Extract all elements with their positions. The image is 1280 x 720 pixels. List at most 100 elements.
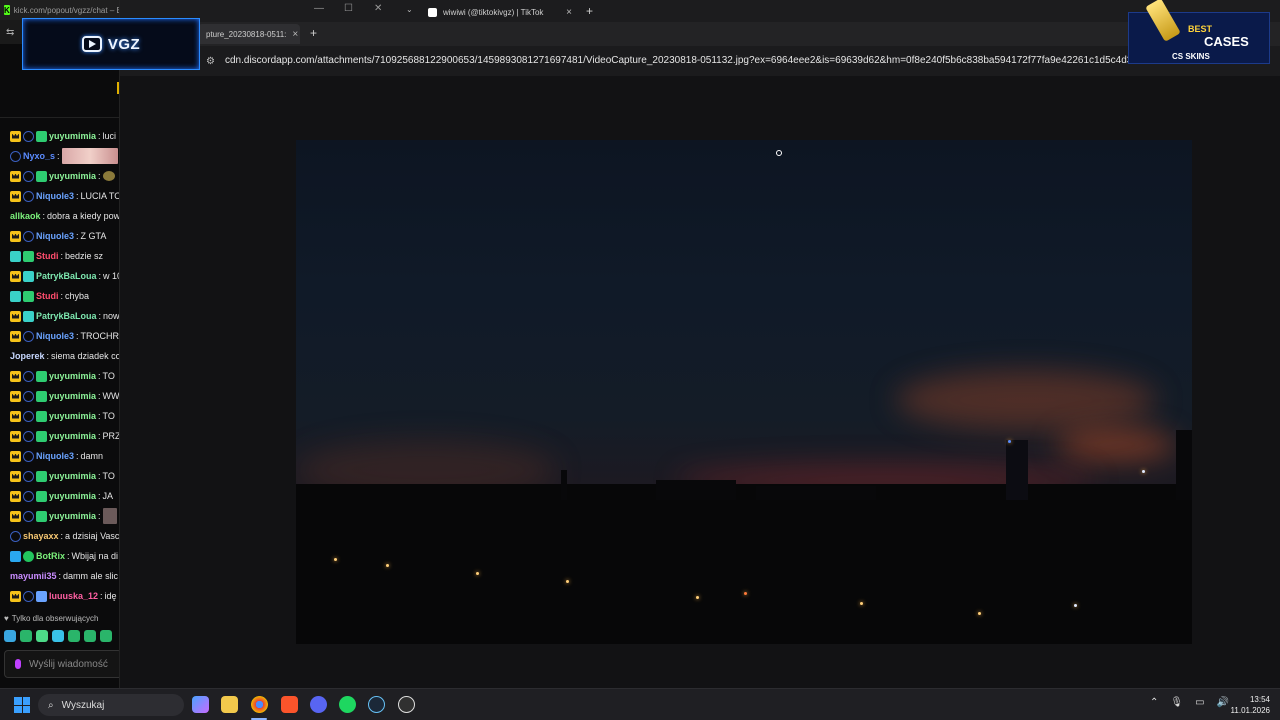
bot-badge-icon — [10, 550, 21, 562]
chat-username[interactable]: yuyumimia — [49, 471, 96, 481]
chat-username[interactable]: luuuska_12 — [49, 591, 98, 601]
chat-input-placeholder: Wyślij wiadomość — [29, 658, 108, 670]
discord-icon[interactable] — [310, 696, 327, 713]
crown-badge-icon — [10, 330, 21, 342]
chat-message-text: w 10 — [103, 271, 119, 281]
chat-message: yuyumimia: TO — [0, 406, 119, 426]
chat-username[interactable]: PatrykBaLoua — [36, 271, 97, 281]
windows-start-icon[interactable] — [14, 697, 30, 713]
chat-message-text: Wbijaj na di — [71, 551, 119, 561]
ad-sub-text: CS SKINS — [1172, 52, 1210, 61]
moon-badge-icon — [23, 470, 34, 482]
taskbar-search[interactable]: ⌕ Wyszukaj — [38, 694, 184, 716]
chat-username[interactable]: yuyumimia — [49, 171, 96, 181]
followers-only-label: Tylko dla obserwujących — [11, 614, 99, 623]
url-field[interactable]: cdn.discordapp.com/attachments/710925688… — [225, 55, 1175, 66]
chat-username[interactable]: Niquole3 — [36, 451, 74, 461]
moon-badge-icon — [23, 190, 34, 202]
emote-1-icon[interactable] — [4, 630, 16, 642]
blue-badge-icon — [10, 250, 21, 262]
steam-icon[interactable] — [368, 696, 385, 713]
emote-3-icon[interactable] — [36, 630, 48, 642]
settings-sliders-icon[interactable]: ⇆ — [6, 27, 14, 38]
chat-image-thumbnail[interactable] — [102, 508, 117, 524]
maximize-icon[interactable]: ☐ — [344, 3, 353, 14]
chat-username[interactable]: yuyumimia — [49, 391, 96, 401]
chat-username[interactable]: Studi — [36, 251, 59, 261]
chat-colon: : — [100, 591, 103, 601]
chat-username[interactable]: PatrykBaLoua — [36, 311, 97, 321]
chat-message-input[interactable]: Wyślij wiadomość — [4, 650, 119, 678]
chat-username[interactable]: BotRix — [36, 551, 65, 561]
chat-username[interactable]: Nyxo_s — [23, 151, 55, 161]
chat-username[interactable]: allkaok — [10, 211, 41, 221]
tab-tiktok[interactable]: wiwiwi (@tiktokivgz) | TikTok × — [420, 2, 580, 22]
new-tab-plus-icon-2[interactable]: + — [310, 26, 317, 40]
chat-username[interactable]: Niquole3 — [36, 191, 74, 201]
moon-badge-icon — [23, 390, 34, 402]
network-icon[interactable]: ▭ — [1195, 697, 1204, 708]
tab-discord-image[interactable]: pture_20230818-0511: × — [198, 24, 300, 44]
chat-message: yuyumimia: WW — [0, 386, 119, 406]
crown-badge-icon — [10, 370, 21, 382]
copilot-icon[interactable] — [192, 696, 209, 713]
chat-username[interactable]: shayaxx — [23, 531, 59, 541]
close-window-icon[interactable]: ✕ — [374, 3, 382, 14]
chat-username[interactable]: Niquole3 — [36, 331, 74, 341]
blue-badge-icon — [10, 290, 21, 302]
chat-colon: : — [98, 491, 101, 501]
chat-colon: : — [46, 351, 50, 361]
chat-username[interactable]: yuyumimia — [49, 131, 96, 141]
emote-7-icon[interactable] — [100, 630, 112, 642]
moon-badge-icon — [23, 510, 34, 522]
microphone-icon[interactable] — [15, 659, 21, 669]
chrome-icon[interactable] — [251, 696, 268, 713]
emote-6-icon[interactable] — [84, 630, 96, 642]
tray-chevron-up-icon[interactable]: ⌃ — [1150, 697, 1158, 708]
crown-badge-icon — [10, 130, 21, 142]
emote-4-icon[interactable] — [52, 630, 64, 642]
emote-2-icon[interactable] — [20, 630, 32, 642]
brave-icon[interactable] — [281, 696, 298, 713]
chat-username[interactable]: yuyumimia — [49, 511, 96, 521]
chat-username[interactable]: Joperek — [10, 351, 45, 361]
taskbar-search-label: Wyszukaj — [61, 699, 105, 711]
chat-colon: : — [60, 291, 64, 301]
chat-username[interactable]: yuyumimia — [49, 491, 96, 501]
heart-icon: ♥ — [4, 614, 9, 623]
moon-badge-icon — [10, 150, 21, 162]
emote-5-icon[interactable] — [68, 630, 80, 642]
chat-window-title: kick.com/popout/vgzz/chat – Brave — [13, 5, 119, 15]
chat-message-text: JA — [102, 491, 114, 501]
chat-username[interactable]: Studi — [36, 291, 59, 301]
chat-username[interactable]: yuyumimia — [49, 371, 96, 381]
spotify-icon[interactable] — [339, 696, 356, 713]
obs-icon[interactable] — [398, 696, 415, 713]
chat-colon: : — [98, 271, 102, 281]
chat-image-thumbnail[interactable] — [61, 148, 118, 164]
close-tab-discord-icon[interactable]: × — [292, 29, 298, 40]
moon-badge-icon — [23, 410, 34, 422]
chat-username[interactable]: mayumii35 — [10, 571, 57, 581]
volume-icon[interactable]: 🔊 — [1217, 697, 1229, 708]
play-icon — [81, 36, 102, 52]
tab-list-chevron-icon[interactable]: ⌄ — [406, 5, 413, 14]
emote-quick-bar — [4, 630, 112, 642]
minimize-icon[interactable]: — — [314, 3, 324, 14]
chat-emote-icon — [102, 171, 115, 181]
new-tab-plus-icon[interactable]: + — [586, 4, 593, 18]
file-explorer-icon[interactable] — [221, 696, 238, 713]
gift-badge-icon — [23, 290, 34, 302]
site-settings-icon[interactable]: ⚙ — [206, 56, 215, 67]
chat-username[interactable]: yuyumimia — [49, 431, 96, 441]
chat-message: yuyumimia: JA — [0, 486, 119, 506]
chat-colon: : — [98, 411, 101, 421]
moon-badge-icon — [23, 330, 34, 342]
gift-badge-icon — [36, 370, 47, 382]
microphone-tray-icon[interactable]: 🎙 — [1170, 697, 1183, 708]
taskbar-clock[interactable]: 13:54 11.01.2026 — [1231, 694, 1270, 716]
chat-username[interactable]: Niquole3 — [36, 231, 74, 241]
close-tab-tiktok-icon[interactable]: × — [566, 7, 572, 18]
gift-badge-icon — [36, 130, 47, 142]
chat-username[interactable]: yuyumimia — [49, 411, 96, 421]
